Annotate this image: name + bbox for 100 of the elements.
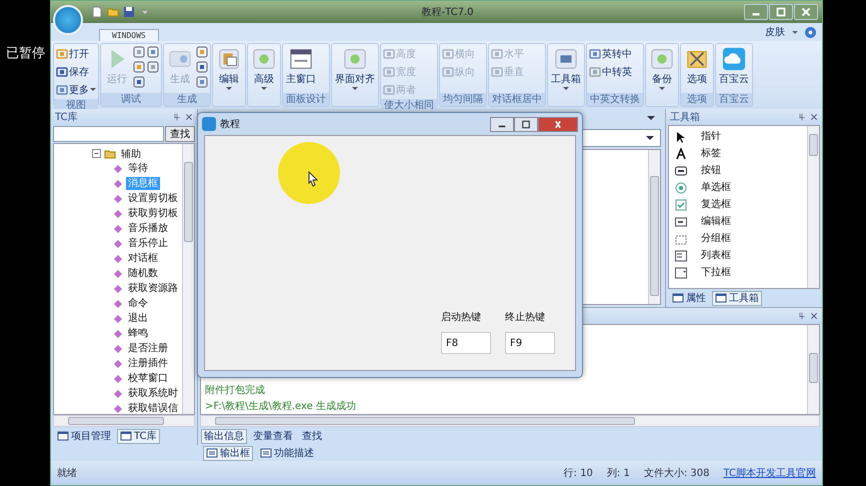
- close-button[interactable]: [794, 4, 818, 20]
- square-icon: [442, 48, 454, 60]
- ribbon-button[interactable]: 编辑: [215, 46, 243, 91]
- minimize-button[interactable]: [744, 4, 768, 20]
- list-icon: [675, 250, 687, 262]
- group-label: 调试: [101, 93, 161, 106]
- close-icon[interactable]: [810, 113, 818, 121]
- panel-tab[interactable]: 查找: [299, 428, 325, 444]
- toolbox-item[interactable]: 标签: [701, 147, 721, 160]
- pin-icon[interactable]: [173, 113, 181, 121]
- panel-tab[interactable]: TC库: [117, 428, 160, 444]
- search-button[interactable]: 查找: [165, 126, 195, 142]
- toolbox-item[interactable]: 按钮: [701, 164, 721, 177]
- toolbox-item[interactable]: 复选框: [701, 198, 731, 211]
- skin-menu[interactable]: 皮肤: [765, 25, 785, 39]
- ribbon-button[interactable]: 百宝云: [718, 46, 750, 87]
- toolbar-icon[interactable]: [196, 46, 208, 58]
- toolbox-item[interactable]: 列表框: [701, 249, 731, 262]
- hotkey-field[interactable]: F9: [505, 332, 555, 354]
- square-icon: [383, 66, 395, 78]
- status-text: 就绪: [57, 466, 77, 480]
- toolbox-item[interactable]: 编辑框: [701, 215, 731, 228]
- ribbon-small-button[interactable]: 打开: [56, 46, 96, 61]
- close-icon[interactable]: [810, 312, 818, 320]
- horizontal-scrollbar[interactable]: [200, 415, 820, 427]
- new-file-icon[interactable]: [91, 6, 103, 18]
- app-menu-button[interactable]: [53, 5, 83, 35]
- minimize-button[interactable]: [490, 116, 514, 132]
- tree-item[interactable]: 获取系统时: [126, 387, 180, 400]
- toolbox-item[interactable]: 分组框: [701, 232, 731, 245]
- search-field[interactable]: [53, 126, 164, 142]
- toolbar-icon[interactable]: [147, 46, 159, 58]
- toolbar-icon[interactable]: [133, 76, 145, 88]
- toolbox-item[interactable]: 指针: [701, 130, 721, 143]
- tree-item[interactable]: 音乐播放: [126, 222, 170, 235]
- tree-item[interactable]: 等待: [126, 162, 150, 175]
- tree-item[interactable]: 蜂鸣: [126, 327, 150, 340]
- panel-tab[interactable]: 工具箱: [712, 290, 762, 306]
- tree-item[interactable]: 设置剪切板: [126, 192, 180, 205]
- square-icon: [56, 84, 68, 96]
- tree-item[interactable]: 是否注册: [126, 342, 170, 355]
- output-line: >F:\教程\生成\教程.exe 生成成功: [205, 400, 357, 413]
- ribbon-button[interactable]: 选项: [683, 46, 711, 87]
- panel-tab[interactable]: 变量查看: [250, 428, 296, 444]
- panel-tab[interactable]: 属性: [669, 290, 709, 306]
- ribbon-small-button[interactable]: 保存: [56, 64, 96, 79]
- vertical-scrollbar[interactable]: [182, 144, 194, 414]
- tree-item[interactable]: 校苹窗口: [126, 372, 170, 385]
- maximize-button[interactable]: [514, 116, 538, 132]
- tree-item[interactable]: 退出: [126, 312, 150, 325]
- close-button[interactable]: [538, 116, 578, 132]
- pin-icon[interactable]: [798, 113, 806, 121]
- close-icon[interactable]: [185, 113, 193, 121]
- horizontal-scrollbar[interactable]: [53, 415, 195, 427]
- vertical-scrollbar[interactable]: [648, 150, 660, 304]
- toolbar-icon[interactable]: [147, 61, 159, 73]
- panel-title: 工具箱: [670, 111, 700, 124]
- ribbon-button[interactable]: 高级: [250, 46, 278, 91]
- save-icon[interactable]: [123, 6, 135, 18]
- vertical-scrollbar[interactable]: [807, 126, 819, 288]
- textbox-icon: [675, 164, 687, 176]
- tree-item[interactable]: 注册插件: [126, 357, 170, 370]
- tree-item[interactable]: 随机数: [126, 267, 160, 280]
- field-label: 终止热键: [505, 310, 546, 324]
- toolbar-icon[interactable]: [196, 61, 208, 73]
- toolbar-icon[interactable]: [133, 61, 145, 73]
- ribbon-tab[interactable]: WINDOWS: [99, 29, 159, 41]
- vertical-scrollbar[interactable]: [807, 325, 819, 414]
- tree-item[interactable]: 获取资源路: [126, 282, 180, 295]
- ribbon-button[interactable]: 界面对齐: [334, 46, 376, 91]
- output-line: 附件打包完成: [205, 384, 266, 397]
- toolbox-item[interactable]: 下拉框: [701, 266, 731, 279]
- tree-item[interactable]: 获取剪切板: [126, 207, 180, 220]
- orb-icon: [251, 47, 277, 71]
- help-icon[interactable]: [805, 26, 816, 38]
- tree-item[interactable]: 音乐停止: [126, 237, 170, 250]
- toolbar-icon[interactable]: [196, 76, 208, 88]
- ribbon-small-button[interactable]: 更多: [56, 82, 96, 97]
- dialog-title: 教程: [220, 118, 240, 131]
- hotkey-field[interactable]: F8: [441, 332, 491, 354]
- panel-tab[interactable]: 输出框: [203, 446, 253, 460]
- panel-tab[interactable]: 输出信息: [201, 428, 247, 444]
- website-link[interactable]: TC脚本开发工具官网: [723, 466, 816, 480]
- square-icon: [383, 48, 395, 60]
- panel-tab[interactable]: 项目管理: [54, 428, 114, 444]
- tree-item[interactable]: 辅助: [119, 146, 143, 160]
- panel-tab[interactable]: 功能描述: [257, 446, 317, 460]
- pin-icon[interactable]: [798, 312, 806, 320]
- toolbar-icon[interactable]: [133, 46, 145, 58]
- ribbon-small-button[interactable]: 英转中: [589, 46, 632, 61]
- toolbox-item[interactable]: 单选框: [701, 181, 731, 194]
- tree-item[interactable]: 命令: [126, 297, 150, 310]
- tree-item[interactable]: 获取错误信: [126, 402, 180, 414]
- ribbon-small-button[interactable]: 中转英: [589, 64, 632, 79]
- tree-item[interactable]: 对话框: [126, 252, 160, 265]
- collapse-icon[interactable]: [92, 149, 101, 158]
- ribbon-button[interactable]: 备份: [648, 46, 676, 91]
- ribbon-button[interactable]: 工具箱: [550, 46, 582, 91]
- ribbon-button[interactable]: 主窗口: [285, 46, 317, 87]
- square-icon: [491, 48, 503, 60]
